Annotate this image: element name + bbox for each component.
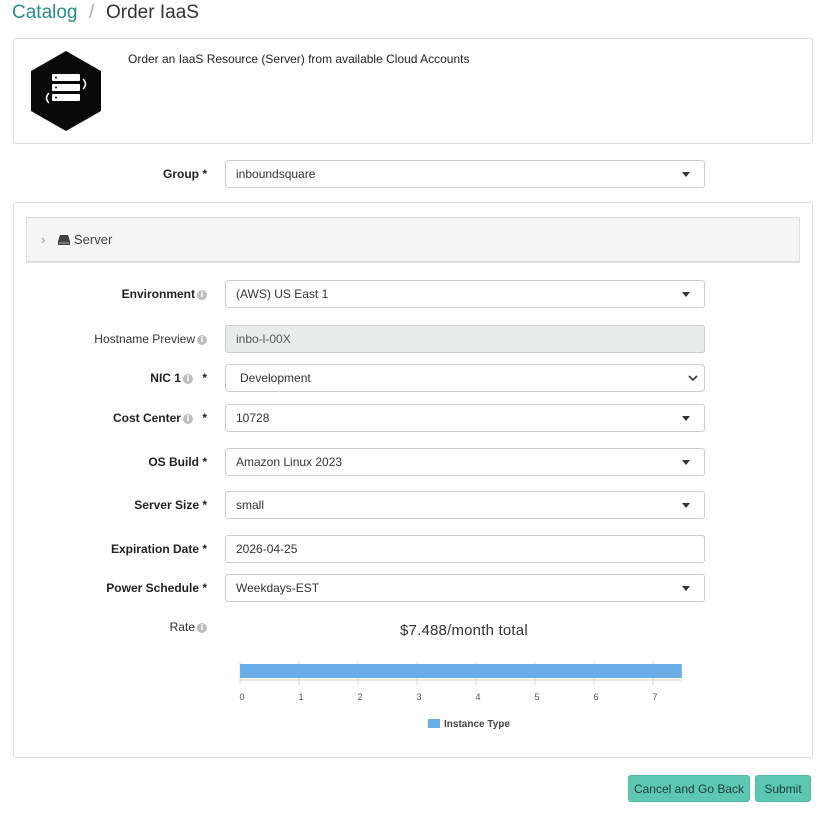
chevron-right-icon: › (41, 232, 46, 247)
server-size-label: Server Size * (134, 498, 207, 512)
caret-down-icon (682, 586, 690, 591)
caret-down-icon (682, 172, 690, 177)
expiration-date-input[interactable]: 2026-04-25 (225, 535, 705, 563)
expiration-date-value: 2026-04-25 (236, 542, 298, 556)
rate-chart: 0 1 2 3 4 5 6 7 Instance Type (239, 662, 682, 730)
info-icon[interactable]: i (197, 290, 207, 300)
cost-center-select[interactable]: 10728 (225, 404, 705, 432)
bar-instance-type (240, 664, 682, 678)
page-title: Order IaaS (106, 2, 199, 23)
caret-down-icon (682, 460, 690, 465)
info-icon[interactable]: i (182, 374, 193, 384)
hdd-icon (58, 235, 70, 245)
submit-button[interactable]: Submit (755, 775, 811, 802)
server-size-select[interactable]: small (225, 491, 705, 519)
info-icon[interactable]: i (182, 414, 193, 424)
breadcrumb-separator: / (89, 2, 95, 23)
description-text: Order an IaaS Resource (Server) from ava… (128, 52, 470, 66)
group-select[interactable]: inboundsquare (225, 160, 705, 188)
cancel-and-go-back-button[interactable]: Cancel and Go Back (628, 775, 750, 802)
legend-swatch (428, 719, 440, 728)
group-label: Group * (163, 167, 207, 181)
group-value: inboundsquare (236, 167, 316, 181)
info-icon[interactable]: i (197, 335, 207, 345)
x-tick-label: 5 (534, 692, 539, 702)
hostname-preview-label: Hostname Preview i (60, 332, 207, 346)
nic1-select[interactable]: Development (225, 364, 705, 392)
nic1-label: NIC 1i * (150, 371, 207, 385)
x-tick-label: 4 (475, 692, 480, 702)
os-build-label: OS Build * (148, 455, 207, 469)
cost-center-label: Cost Center i * (112, 411, 207, 425)
x-tick-label: 6 (593, 692, 598, 702)
breadcrumb-catalog-link[interactable]: Catalog (12, 2, 78, 24)
server-size-value: small (236, 498, 265, 512)
x-tick-label: 2 (357, 692, 362, 702)
environment-value: (AWS) US East 1 (236, 287, 329, 301)
x-tick-label: 1 (298, 692, 303, 702)
power-schedule-value: Weekdays-EST (236, 581, 320, 595)
x-tick-label: 0 (239, 692, 244, 702)
nic1-value: Development (240, 371, 311, 385)
environment-label: Environment i (80, 287, 207, 301)
environment-select[interactable]: (AWS) US East 1 (225, 280, 705, 308)
caret-down-icon (682, 503, 690, 508)
os-build-value: Amazon Linux 2023 (236, 455, 343, 469)
power-schedule-select[interactable]: Weekdays-EST (225, 574, 705, 602)
info-icon[interactable]: i (197, 623, 207, 633)
cost-center-value: 10728 (236, 411, 270, 425)
legend-label: Instance Type (444, 719, 510, 730)
server-accordion-label: Server (74, 232, 113, 247)
hostname-preview-value: inbo-l-00X (236, 332, 291, 346)
chart-title: $7.488/month total (400, 622, 528, 639)
os-build-select[interactable]: Amazon Linux 2023 (225, 448, 705, 476)
server-accordion-header[interactable]: › Server (26, 217, 800, 263)
hostname-preview-field: inbo-l-00X (225, 325, 705, 353)
rate-label: Rate i (80, 620, 207, 634)
x-tick-label: 7 (652, 692, 657, 702)
expiration-date-label: Expiration Date * (110, 542, 207, 556)
caret-down-icon (682, 416, 690, 421)
chevron-down-icon (688, 375, 698, 382)
power-schedule-label: Power Schedule * (106, 581, 207, 595)
x-tick-label: 3 (416, 692, 421, 702)
caret-down-icon (682, 292, 690, 297)
server-hex-icon (31, 51, 101, 131)
